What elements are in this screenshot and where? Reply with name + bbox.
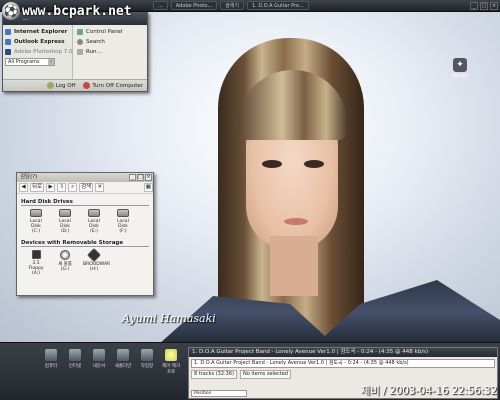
turn-off-button[interactable]: Turn Off Computer bbox=[83, 82, 143, 89]
player-track-field[interactable]: 1. D.O.A Guitar Project Band - Lonely Av… bbox=[191, 359, 495, 368]
top-task-2[interactable]: 검색기 bbox=[220, 1, 244, 10]
bulb-icon bbox=[165, 349, 177, 361]
hard-disk-icon bbox=[88, 209, 100, 217]
search-button[interactable]: ⌕ bbox=[68, 183, 78, 192]
start-menu-footer: Log Off Turn Off Computer bbox=[3, 79, 147, 91]
maximize-icon[interactable]: □ bbox=[137, 174, 144, 181]
section-hard-disks: Hard Disk Drives bbox=[21, 199, 149, 206]
player-position-slider[interactable]: Position bbox=[191, 390, 247, 397]
computer-icon bbox=[45, 349, 57, 361]
drive-a[interactable]: 3.5 Floppy (A:) bbox=[25, 250, 47, 276]
start-item-outlook-express[interactable]: Outlook Express bbox=[5, 37, 70, 46]
player-title: 1. D.O.A Guitar Project Band - Lonely Av… bbox=[189, 348, 497, 357]
cd-drive-icon bbox=[60, 250, 70, 260]
window-title: 검담(?) bbox=[20, 174, 38, 180]
window-content: Hard Disk Drives Local Disk (C:) Local D… bbox=[17, 194, 153, 285]
wallpaper-eye-right bbox=[304, 160, 324, 168]
photoshop-icon bbox=[5, 48, 11, 55]
app-icon: ✦ bbox=[453, 58, 467, 72]
start-menu-left-column: Internet Explorer Outlook Express Adobe … bbox=[3, 25, 73, 79]
bottom-taskbar: 컴퓨터 인터넷 내문서 새폴더만 작업창 제어 제거프로 1. D.O.A Gu… bbox=[0, 342, 500, 400]
drive-d[interactable]: Local Disk (D:) bbox=[54, 209, 76, 234]
up-folder-icon[interactable]: ⇧ bbox=[57, 183, 67, 192]
drive-g[interactable]: 새 볼륨 (G:) bbox=[54, 250, 76, 276]
window-toolbar: ◀ 뒤로 ▶ ⇧ ⌕ 검색 ✕ ▦ bbox=[17, 182, 153, 194]
log-off-button[interactable]: Log Off bbox=[46, 82, 75, 89]
quick-internet[interactable]: 인터넷 bbox=[64, 349, 86, 375]
quick-documents[interactable]: 내문서 bbox=[88, 349, 110, 375]
top-task-0[interactable]: ... bbox=[153, 1, 168, 10]
forward-button[interactable]: ▶ bbox=[46, 183, 56, 192]
start-item-photoshop[interactable]: Adobe Photoshop 7.0 bbox=[5, 47, 73, 56]
views-button[interactable]: ▦ bbox=[143, 183, 153, 192]
hard-disk-icon bbox=[117, 209, 129, 217]
search-icon bbox=[77, 38, 83, 45]
game-disc-icon bbox=[86, 247, 102, 263]
mail-icon bbox=[5, 38, 11, 45]
all-programs-button[interactable]: All Programs › bbox=[5, 58, 55, 66]
drive-h[interactable]: BROODWAR (H:) bbox=[83, 247, 110, 276]
drive-c[interactable]: Local Disk (C:) bbox=[25, 209, 47, 234]
drive-f[interactable]: Local Disk (F:) bbox=[112, 209, 134, 234]
hard-disk-icon bbox=[30, 209, 42, 217]
wallpaper-signature: Ayumi Hamasaki bbox=[122, 312, 216, 325]
wallpaper-lips bbox=[284, 218, 308, 225]
documents-icon bbox=[93, 349, 105, 361]
start-item-internet-explorer[interactable]: Internet Explorer bbox=[5, 27, 70, 36]
player-selection-status: No items selected bbox=[240, 370, 291, 379]
hard-disk-icon bbox=[59, 209, 71, 217]
start-menu-right-column: Control Panel Search Run... bbox=[73, 25, 147, 79]
search-label[interactable]: 검색 bbox=[79, 183, 94, 192]
desktop-icon-label: Ayumi bbox=[452, 73, 468, 79]
delete-icon[interactable]: ✕ bbox=[95, 183, 105, 192]
quick-remove[interactable]: 제어 제거프로 bbox=[160, 349, 182, 375]
minimize-icon[interactable]: _ bbox=[470, 1, 478, 10]
wallpaper-eye-left bbox=[262, 160, 282, 168]
internet-icon bbox=[69, 349, 81, 361]
quick-computer[interactable]: 컴퓨터 bbox=[40, 349, 62, 375]
back-button[interactable]: ◀ bbox=[19, 183, 28, 192]
quick-new-folder[interactable]: 새폴더만 bbox=[112, 349, 134, 375]
close-icon[interactable]: × bbox=[145, 174, 152, 181]
my-computer-window: 검담(?) _ □ × ◀ 뒤로 ▶ ⇧ ⌕ 검색 ✕ ▦ Hard Disk … bbox=[16, 172, 154, 296]
start-orb-icon[interactable]: ⚽ bbox=[2, 2, 20, 20]
quick-launch: 컴퓨터 인터넷 내문서 새폴더만 작업창 제어 제거프로 bbox=[40, 349, 182, 375]
folder-icon bbox=[117, 349, 129, 361]
top-task-3[interactable]: 1. D.O.A Guitar Pro... bbox=[246, 1, 309, 10]
ie-icon bbox=[5, 28, 11, 35]
start-item-run[interactable]: Run... bbox=[77, 47, 143, 56]
quick-tasks[interactable]: 작업창 bbox=[136, 349, 158, 375]
minimize-icon[interactable]: _ bbox=[129, 174, 136, 181]
run-icon bbox=[77, 48, 83, 55]
power-icon bbox=[83, 82, 91, 89]
start-menu: ... Internet Explorer Outlook Express Ad… bbox=[2, 12, 148, 92]
tasks-icon bbox=[141, 349, 153, 361]
chevron-right-icon: › bbox=[48, 59, 54, 65]
window-titlebar[interactable]: 검담(?) _ □ × bbox=[17, 173, 153, 182]
watermark: www.bcpark.net bbox=[22, 4, 132, 19]
start-item-search[interactable]: Search bbox=[77, 37, 143, 46]
log-off-icon bbox=[46, 82, 54, 89]
start-item-control-panel[interactable]: Control Panel bbox=[77, 27, 143, 36]
control-panel-icon bbox=[77, 28, 83, 35]
desktop-icon-ayumi[interactable]: ✦ Ayumi bbox=[450, 58, 470, 79]
wallpaper-neck bbox=[270, 236, 318, 296]
section-removable: Devices with Removable Storage bbox=[21, 240, 149, 247]
top-task-1[interactable]: Adobe Photo... bbox=[170, 1, 218, 10]
close-icon[interactable]: × bbox=[490, 1, 498, 10]
drive-e[interactable]: Local Disk (E:) bbox=[83, 209, 105, 234]
floppy-icon bbox=[31, 250, 41, 259]
player-track-count: 8 tracks (32:36) bbox=[191, 370, 237, 379]
back-label[interactable]: 뒤로 bbox=[30, 183, 45, 192]
clock: 제비 / 2003-04-16 22:56:32 bbox=[360, 385, 497, 397]
maximize-icon[interactable]: □ bbox=[480, 1, 488, 10]
